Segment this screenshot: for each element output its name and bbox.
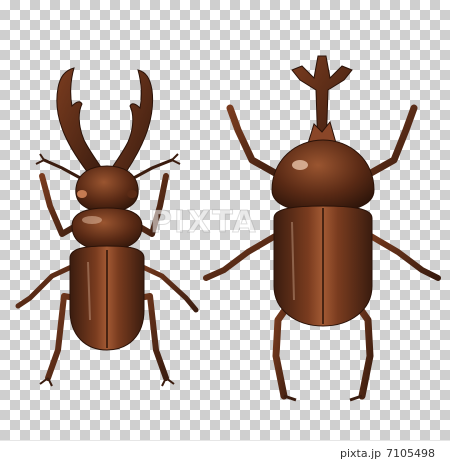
rhinoceros-beetle-icon <box>203 55 441 402</box>
footer-image-id: 7105498 <box>386 447 435 460</box>
footer-bar: pixta.jp 7105498 <box>0 440 450 469</box>
stag-beetle-icon <box>15 67 199 387</box>
footer-brand: pixta.jp <box>340 447 382 460</box>
beetles-illustration <box>15 55 441 402</box>
illustration-canvas: PIXTA pixta.jp 7105498 <box>0 0 450 469</box>
